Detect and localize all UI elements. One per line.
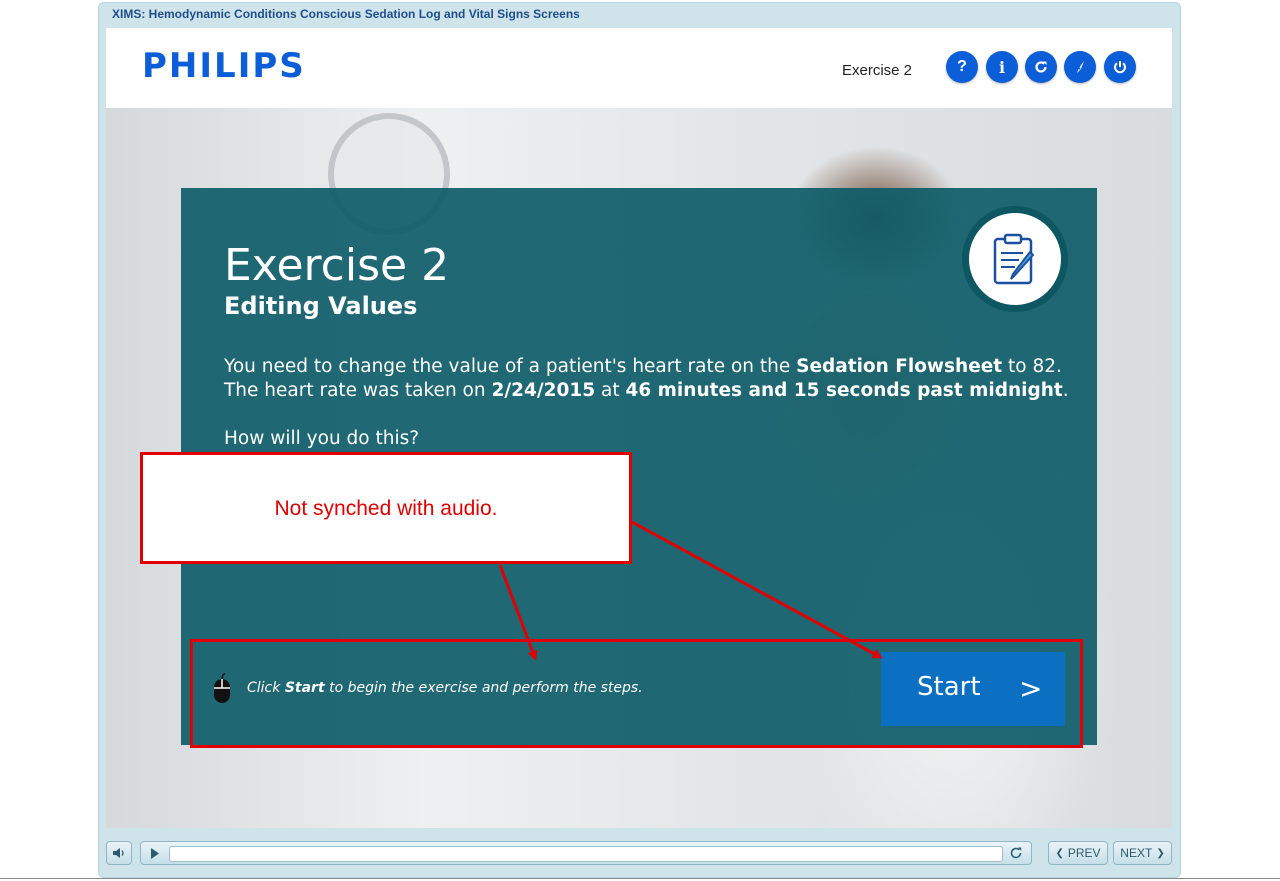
exercise-question: How will you do this? <box>224 428 420 449</box>
annotation-note: Not synched with audio. <box>274 497 498 520</box>
exercise-title: Exercise 2 <box>224 240 450 291</box>
prev-button[interactable]: ❮ PREV <box>1048 841 1108 865</box>
annotation-callout: Not synched with audio. <box>140 452 632 564</box>
course-title: XIMS: Hemodynamic Conditions Conscious S… <box>112 7 580 21</box>
refresh-icon <box>1035 61 1047 73</box>
clipboard-badge <box>962 206 1068 312</box>
audio-button[interactable] <box>106 841 132 865</box>
progress-track[interactable] <box>169 846 1003 862</box>
desc-text: You need to change the value of a patien… <box>224 356 797 377</box>
bottom-divider <box>0 878 1280 879</box>
player-controls: ❮ PREV NEXT ❯ <box>106 838 1172 870</box>
speaker-icon <box>113 848 124 858</box>
question-icon: ? <box>957 58 967 75</box>
info-icon: i <box>998 57 1006 77</box>
exercise-subtitle: Editing Values <box>224 292 418 320</box>
power-icon <box>1114 61 1126 74</box>
clipboard-pencil-icon <box>993 233 1035 285</box>
chevron-right-icon: ❯ <box>1156 847 1165 859</box>
badge-inner <box>969 213 1061 305</box>
annotation-highlight <box>190 639 1083 748</box>
exercise-description: You need to change the value of a patien… <box>224 355 1074 403</box>
next-button[interactable]: NEXT ❯ <box>1113 841 1172 865</box>
glossary-button[interactable] <box>1064 51 1096 83</box>
help-button[interactable]: ? <box>946 51 978 83</box>
course-header: PHILIPS Exercise 2 ? i <box>106 28 1172 108</box>
next-label: NEXT <box>1120 846 1153 860</box>
replay-button[interactable] <box>1025 51 1057 83</box>
prev-label: PREV <box>1067 846 1101 860</box>
exercise-label: Exercise 2 <box>842 62 913 79</box>
philips-logo: PHILIPS <box>142 46 306 86</box>
desc-bold: 46 minutes and 15 seconds past midnight <box>625 380 1063 401</box>
desc-bold: Sedation Flowsheet <box>796 356 1003 377</box>
replay-icon[interactable] <box>1009 846 1023 860</box>
info-button[interactable]: i <box>986 51 1018 83</box>
chevron-left-icon: ❮ <box>1055 847 1064 859</box>
playback-bar <box>140 841 1032 865</box>
exit-button[interactable] <box>1104 51 1136 83</box>
play-icon[interactable] <box>150 848 160 859</box>
desc-text: . <box>1062 380 1069 401</box>
desc-bold: 2/24/2015 <box>491 380 596 401</box>
desc-text: at <box>595 380 626 401</box>
compass-icon <box>1077 61 1084 73</box>
